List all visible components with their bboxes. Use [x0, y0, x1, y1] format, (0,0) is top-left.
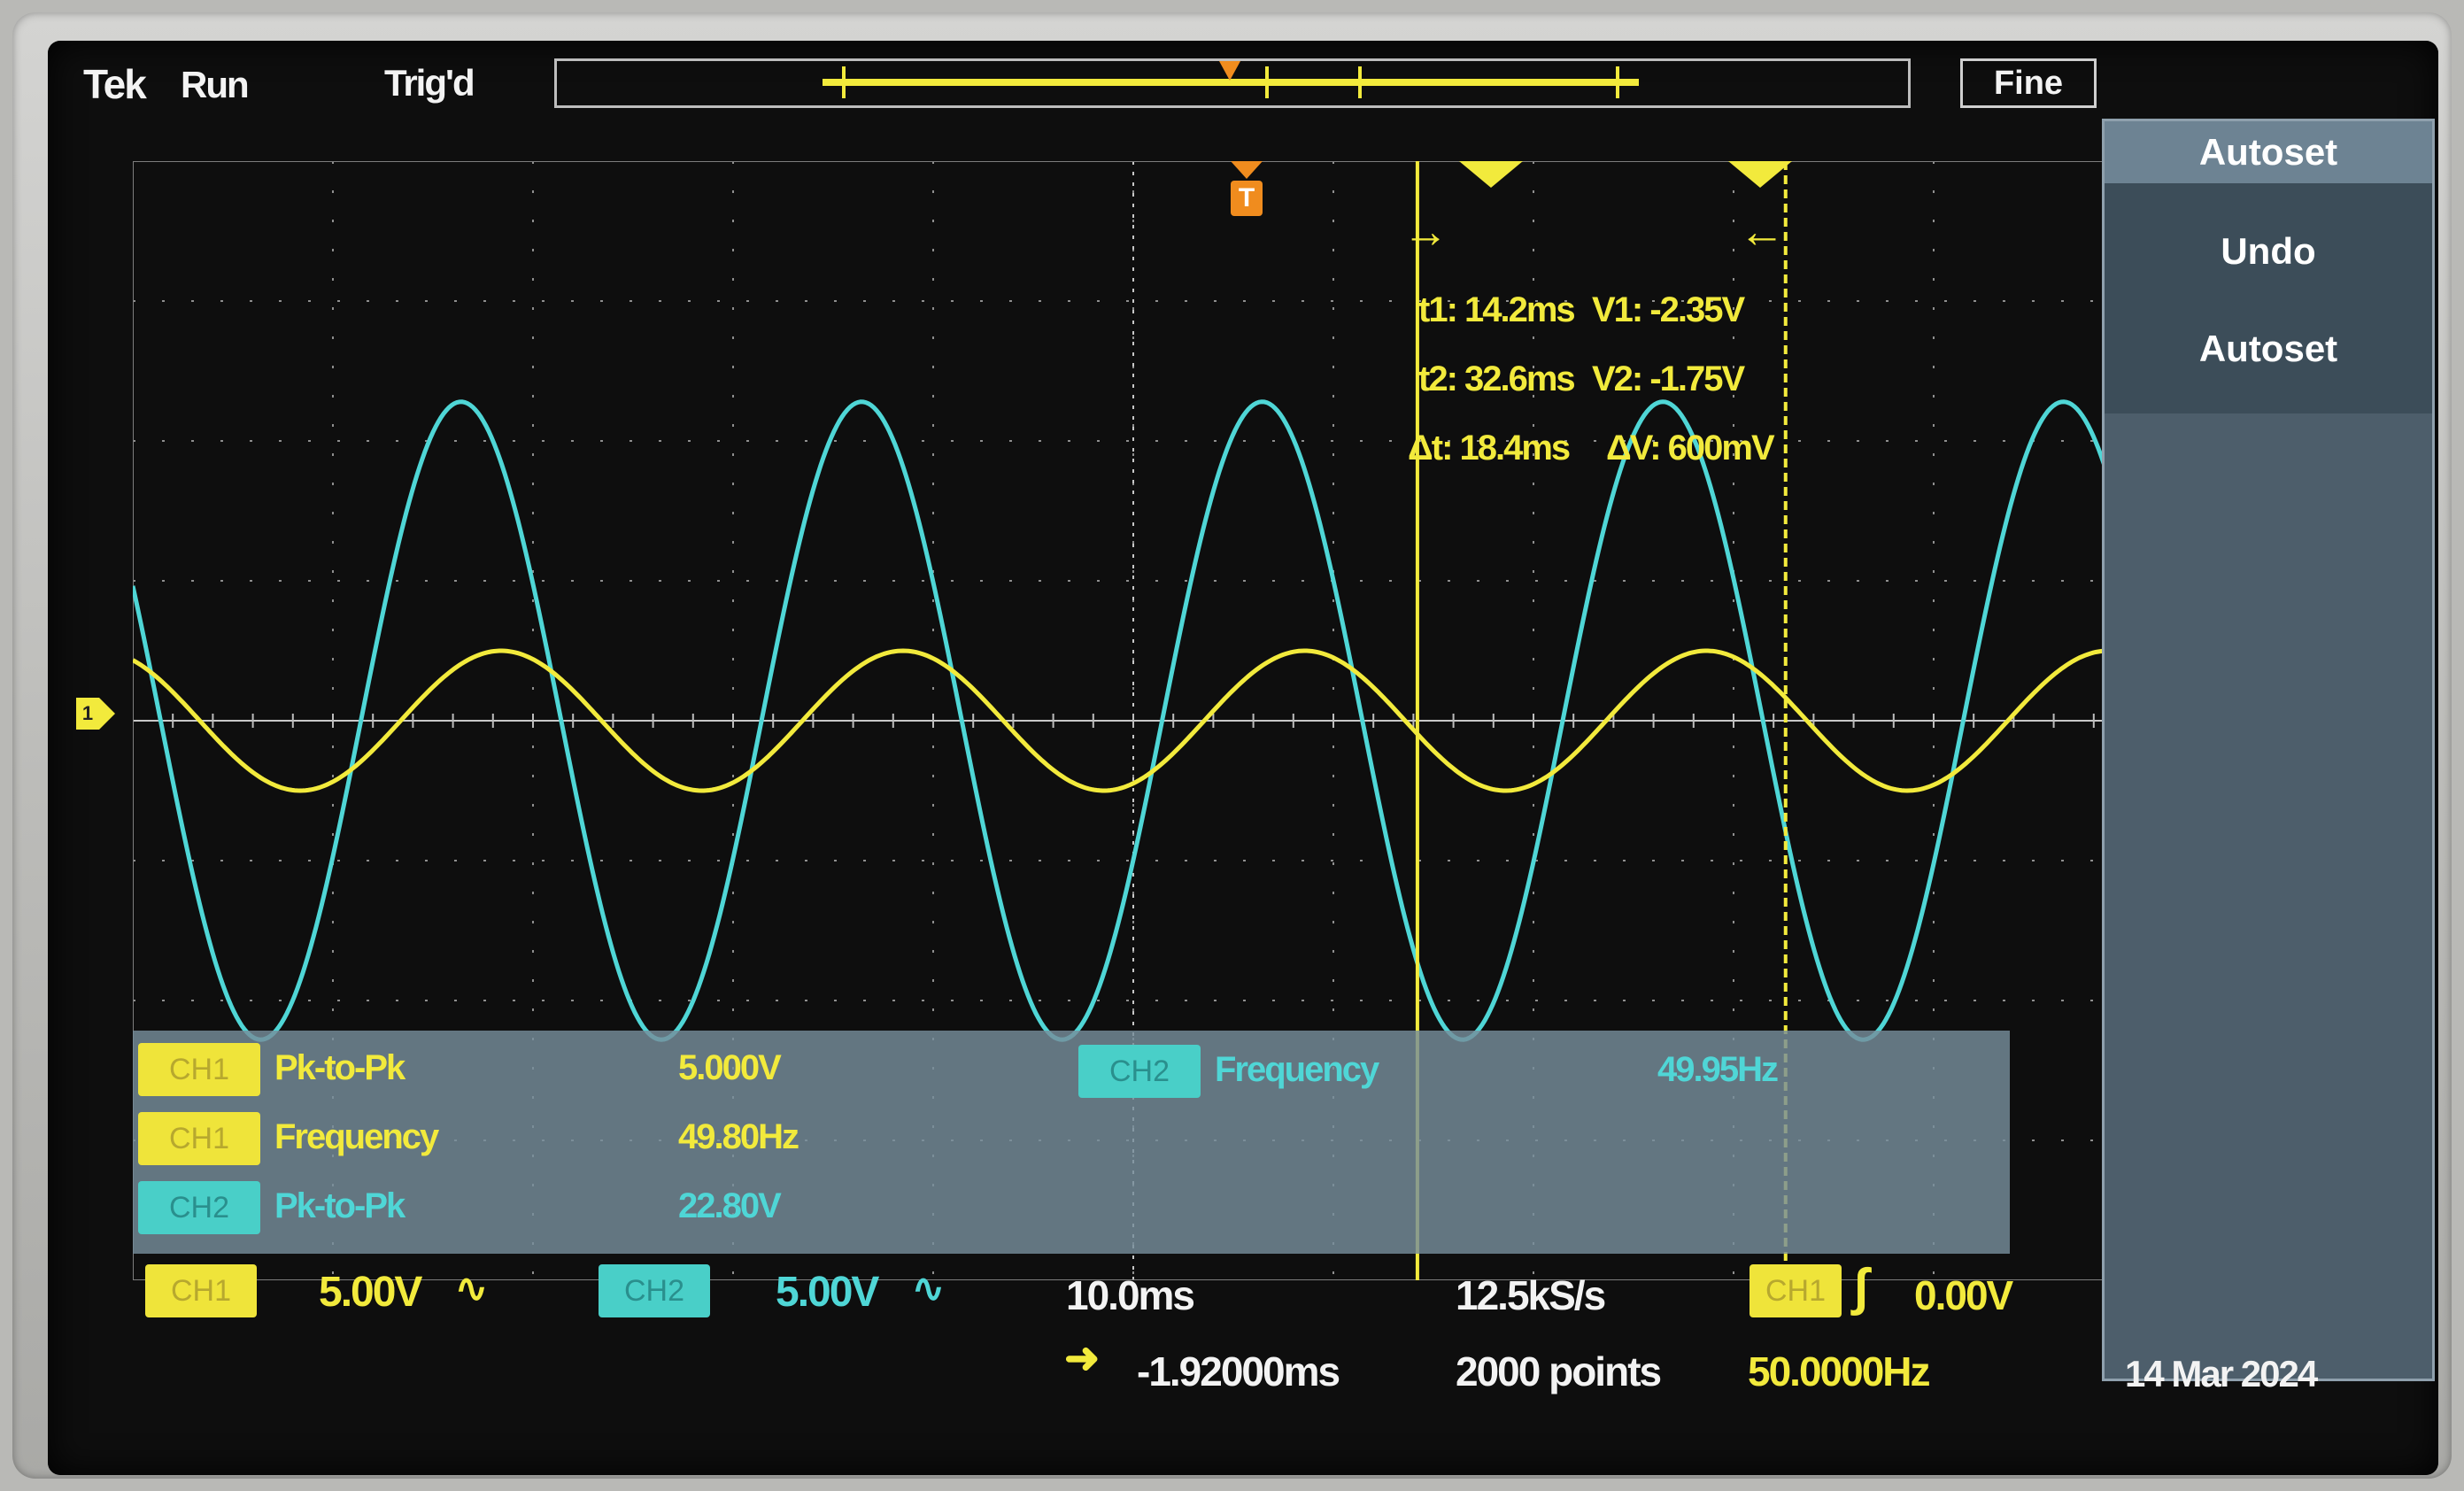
oscilloscope-screen: Tek Run Trig'd Fine T → ← t1: 14.2ms V1:… — [48, 41, 2438, 1475]
overview-trigger-icon — [1219, 61, 1240, 81]
delay-arrow-icon: ➜ — [1064, 1335, 1100, 1382]
cursor-t1-readout: t1: 14.2ms — [1418, 290, 1576, 329]
meas-4-channel-badge: CH2 — [1078, 1045, 1201, 1098]
ch2-coupling-icon: ∿ — [912, 1267, 945, 1310]
ch1-ground-marker[interactable]: 1 — [76, 698, 99, 730]
cursor-span-right-arrow-icon: → — [1402, 206, 1448, 258]
overview-cursor-1 — [1265, 66, 1269, 98]
meas-3-channel-badge: CH2 — [138, 1181, 260, 1234]
menu-autoset-confirm-button[interactable]: Autoset — [2105, 318, 2432, 380]
date-display: 14 Mar 2024 — [2125, 1353, 2318, 1394]
meas-1-name: Pk-to-Pk — [274, 1048, 406, 1087]
ch1-ground-arrow-icon — [99, 698, 115, 730]
ch1-coupling-icon: ∿ — [455, 1267, 488, 1310]
meas-2-name: Frequency — [274, 1117, 439, 1156]
cursor-1-handle-icon[interactable] — [1459, 161, 1523, 188]
ch1-status-badge[interactable]: CH1 — [145, 1264, 257, 1317]
cursor-delta-v-readout: ΔV: 600mV — [1606, 429, 1775, 467]
cursor-delta-t-readout: Δt: 18.4ms — [1408, 429, 1571, 467]
record-overview-bar[interactable] — [554, 58, 1911, 108]
cursor-v1-readout: V1: -2.35V — [1592, 290, 1745, 329]
fine-button[interactable]: Fine — [1960, 58, 2097, 108]
trigger-level[interactable]: 0.00V — [1914, 1271, 2013, 1319]
trigger-position-icon[interactable] — [1231, 161, 1263, 179]
brand-label: Tek — [83, 61, 147, 107]
trigger-marker-badge: T — [1231, 181, 1263, 216]
ch2-status-badge[interactable]: CH2 — [599, 1264, 710, 1317]
run-state: Run — [181, 64, 250, 105]
meas-2-value: 49.80Hz — [678, 1117, 799, 1156]
view-window-right-edge — [1616, 66, 1619, 98]
measurement-panel: CH1 Pk-to-Pk 5.000V CH1 Frequency 49.80H… — [133, 1031, 2010, 1254]
cursor-span-left-arrow-icon: ← — [1739, 206, 1785, 258]
horizontal-delay[interactable]: -1.92000ms — [1137, 1348, 1340, 1395]
cursor-t2-readout: t2: 32.6ms — [1418, 359, 1576, 398]
meas-3-value: 22.80V — [678, 1186, 782, 1225]
meas-1-channel-badge: CH1 — [138, 1043, 260, 1096]
cursor-v2-readout: V2: -1.75V — [1592, 359, 1745, 398]
trigger-source-badge[interactable]: CH1 — [1750, 1264, 1842, 1317]
meas-4-name: Frequency — [1215, 1050, 1379, 1089]
menu-undo-button[interactable]: Undo — [2105, 220, 2432, 282]
trigger-frequency: 50.0000Hz — [1748, 1348, 1930, 1394]
ch1-scale[interactable]: 5.00V — [319, 1268, 422, 1317]
trigger-rising-edge-icon: ∫ — [1854, 1258, 1868, 1316]
view-window-left-edge — [842, 66, 846, 98]
cursor-2-handle-icon[interactable] — [1728, 161, 1792, 188]
meas-3-name: Pk-to-Pk — [274, 1186, 406, 1225]
trigger-state: Trig'd — [384, 62, 475, 104]
meas-4-value: 49.95Hz — [1657, 1050, 1779, 1089]
timebase-scale[interactable]: 10.0ms — [1066, 1271, 1195, 1319]
sample-rate: 12.5kS/s — [1456, 1272, 1606, 1318]
side-menu: Autoset Undo Autoset — [2102, 119, 2435, 1381]
ch2-scale[interactable]: 5.00V — [776, 1268, 879, 1317]
meas-2-channel-badge: CH1 — [138, 1112, 260, 1165]
record-length: 2000 points — [1456, 1348, 1662, 1394]
menu-autoset-button[interactable]: Autoset — [2105, 121, 2432, 183]
overview-cursor-2 — [1358, 66, 1362, 98]
oscilloscope-bezel: Tek Run Trig'd Fine T → ← t1: 14.2ms V1:… — [12, 12, 2452, 1479]
meas-1-value: 5.000V — [678, 1048, 782, 1087]
